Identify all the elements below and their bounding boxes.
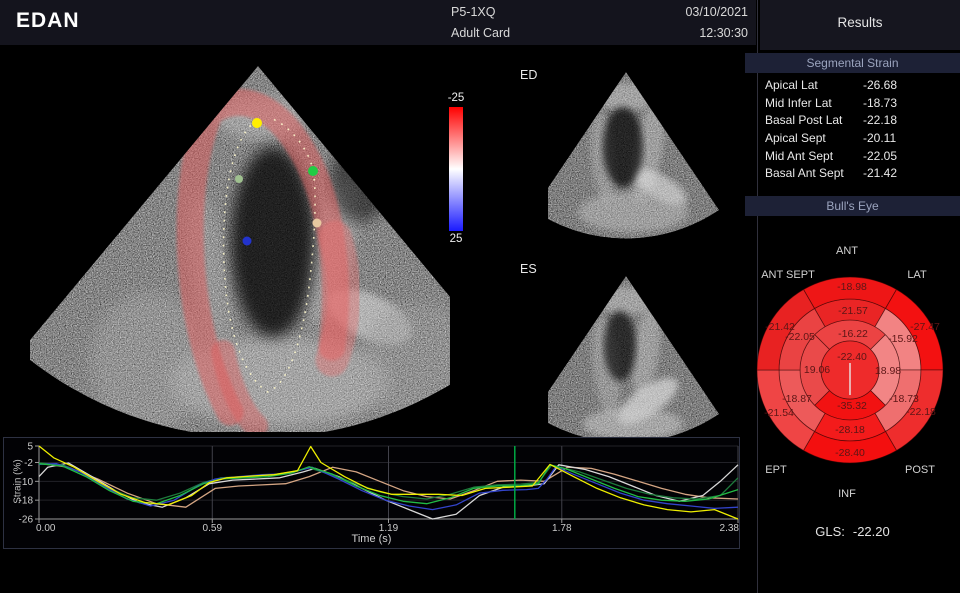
bulls-eye-value: -22.18	[906, 406, 936, 418]
bulls-eye-region-label: POST	[905, 464, 935, 476]
row-value: -22.18	[863, 113, 897, 127]
bulls-eye-value: -21.54	[764, 407, 794, 419]
svg-text:0.59: 0.59	[203, 523, 223, 532]
edan-logo: EDAN	[16, 9, 80, 33]
row-label: Mid Infer Lat	[765, 96, 832, 110]
row-label: Apical Lat	[765, 78, 818, 92]
bulls-eye-region-label: ANT	[836, 245, 858, 257]
bulls-eye-value: -15.92	[888, 333, 918, 345]
gls-label: GLS:	[811, 524, 849, 539]
table-row: Basal Ant Sept -21.42	[745, 164, 960, 182]
bulls-eye-value: -21.42	[765, 321, 795, 333]
row-value: -21.42	[863, 166, 897, 180]
svg-text:2.38: 2.38	[720, 523, 739, 532]
bulls-eye-value: -28.40	[835, 447, 865, 459]
colorbar-min-label: 25	[433, 233, 479, 245]
gls-readout: GLS:-22.20	[745, 524, 960, 539]
svg-text:0.00: 0.00	[36, 523, 56, 532]
svg-text:-2: -2	[24, 458, 33, 469]
bulls-eye-region-label: INF	[838, 488, 856, 500]
probe-label: P5-1XQ	[451, 5, 495, 19]
row-value: -22.05	[863, 149, 897, 163]
speckle-texture	[30, 66, 450, 432]
contour-marker-green[interactable]	[308, 166, 318, 176]
strain-color-scale	[449, 107, 463, 231]
strain-axis-label: Strain (%)	[13, 446, 24, 518]
es-label: ES	[520, 262, 537, 276]
top-bar: EDAN P5-1XQ Adult Card 03/10/2021 12:30:…	[0, 0, 756, 45]
row-value: -26.68	[863, 78, 897, 92]
row-label: Apical Sept	[765, 131, 826, 145]
chart-svg: 5-2-10-18-260.000.591.191.782.38	[4, 438, 739, 532]
main-ultrasound-image	[30, 62, 450, 432]
contour-marker-blue[interactable]	[243, 237, 252, 246]
bulls-eye-value: -21.57	[838, 305, 868, 317]
contour-marker-yellow[interactable]	[252, 118, 262, 128]
row-label: Mid Ant Sept	[765, 149, 833, 163]
results-panel-header: Results	[760, 0, 960, 50]
segmental-strain-table: Apical Lat-26.68Mid Infer Lat-18.73Basal…	[745, 76, 960, 182]
bulls-eye-region-label: LAT	[907, 269, 927, 281]
contour-marker-tan[interactable]	[313, 219, 322, 228]
bulls-eye-diagram: -16.22 18.98 -35.32 19.06 -21.57 -15.92 -18.73…	[742, 222, 960, 506]
time-axis-label: Time (s)	[4, 533, 739, 545]
bulls-eye-value: -18.87	[782, 393, 812, 405]
bulls-eye-value: -18.73	[889, 393, 919, 405]
colorbar-max-label: -25	[433, 92, 479, 104]
date-label: 03/10/2021	[685, 5, 748, 19]
bulls-eye-region-label: ANT SEPT	[761, 269, 815, 281]
table-row: Mid Ant Sept -22.05	[745, 147, 960, 165]
row-value: -20.11	[863, 131, 896, 145]
results-title: Results	[760, 15, 960, 30]
preset-label: Adult Card	[451, 26, 510, 40]
bulls-eye-value: 18.98	[875, 365, 901, 377]
table-row: Apical Sept -20.11	[745, 129, 960, 147]
bulls-eye-value: -28.18	[835, 424, 865, 436]
table-row: Apical Lat -26.68	[745, 76, 960, 94]
ed-thumbnail[interactable]	[548, 62, 740, 248]
bulls-eye-value: -27.47	[910, 321, 940, 333]
row-value: -18.73	[863, 96, 897, 110]
strain-chart: Strain (%) 5-2-10-18-260.000.591.191.782…	[3, 437, 740, 549]
bulls-eye-region-label: EPT	[765, 464, 787, 476]
table-row: Basal Post Lat -22.18	[745, 111, 960, 129]
contour-marker-pale-green[interactable]	[235, 175, 243, 183]
gls-value: -22.20	[849, 524, 894, 539]
bulls-eye-value: -35.32	[837, 400, 867, 412]
bulls-eye-value: -18.98	[837, 281, 867, 293]
bulls-eye-header: Bull's Eye	[745, 196, 960, 216]
ed-label: ED	[520, 68, 537, 82]
bulls-eye-value: -16.22	[838, 328, 868, 340]
row-label: Basal Ant Sept	[765, 166, 844, 180]
bulls-eye-value: 19.06	[804, 364, 830, 376]
svg-text:1.19: 1.19	[379, 523, 399, 532]
bulls-eye-value: -22.40	[837, 351, 867, 363]
segmental-strain-header: Segmental Strain	[745, 53, 960, 73]
screen: EDAN P5-1XQ Adult Card 03/10/2021 12:30:…	[0, 0, 960, 593]
svg-text:1.78: 1.78	[552, 523, 572, 532]
svg-text:5: 5	[27, 442, 33, 453]
time-label: 12:30:30	[699, 26, 748, 40]
row-label: Basal Post Lat	[765, 113, 842, 127]
table-row: Mid Infer Lat -18.73	[745, 94, 960, 112]
es-thumbnail[interactable]	[548, 266, 740, 452]
